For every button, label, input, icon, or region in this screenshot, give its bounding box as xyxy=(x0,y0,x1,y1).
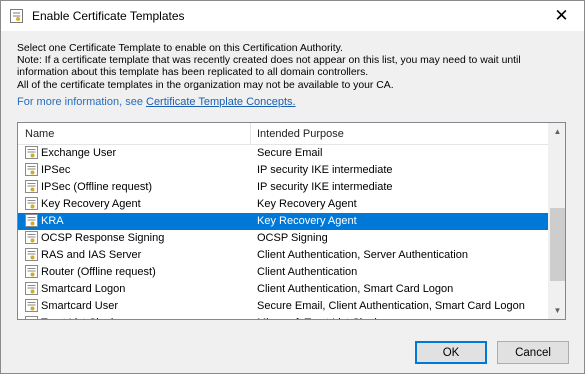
template-name: KRA xyxy=(41,215,64,227)
description-text: Select one Certificate Template to enabl… xyxy=(17,43,572,92)
ok-button[interactable]: OK xyxy=(415,341,487,364)
scroll-up-icon[interactable]: ▲ xyxy=(549,123,565,140)
certificate-template-icon xyxy=(25,265,38,278)
cancel-button[interactable]: Cancel xyxy=(497,341,569,364)
template-intended-purpose: Secure Email, Client Authentication, Sma… xyxy=(257,300,525,312)
template-name: Smartcard User xyxy=(41,300,119,312)
certificate-template-icon xyxy=(25,248,38,261)
certificate-template-icon xyxy=(25,282,38,295)
window-title: Enable Certificate Templates xyxy=(32,9,185,23)
enable-certificate-templates-dialog: Enable Certificate Templates ✕ Select on… xyxy=(0,0,585,374)
table-row[interactable]: Smartcard User Secure Email, Client Authe… xyxy=(18,298,548,315)
template-intended-purpose: Client Authentication, Smart Card Logon xyxy=(257,283,454,295)
certificate-template-icon xyxy=(25,146,38,159)
template-intended-purpose: Key Recovery Agent xyxy=(257,215,357,227)
certificate-template-list[interactable]: Name Intended Purpose Exchange User Secur… xyxy=(17,122,566,320)
description-line: All of the certificate templates in the … xyxy=(17,79,394,91)
list-header: Name Intended Purpose xyxy=(18,123,548,145)
certificate-template-icon xyxy=(25,180,38,193)
description-line: information about this template has been… xyxy=(17,67,369,79)
certificate-template-icon xyxy=(25,197,38,210)
template-name: Smartcard Logon xyxy=(41,283,126,295)
table-row[interactable]: Key Recovery Agent Key Recovery Agent xyxy=(18,196,548,213)
template-name: Trust List Signing xyxy=(41,315,126,319)
table-row[interactable]: OCSP Response Signing OCSP Signing xyxy=(18,230,548,247)
template-name: Key Recovery Agent xyxy=(41,198,141,210)
column-divider[interactable] xyxy=(250,123,251,145)
certificate-template-icon xyxy=(25,163,38,176)
table-row[interactable]: Trust List Signing Microsoft Trust List S… xyxy=(18,315,548,319)
table-row[interactable]: Smartcard Logon Client Authentication, Sm… xyxy=(18,281,548,298)
certificate-template-icon xyxy=(25,316,38,319)
template-name: IPSec xyxy=(41,164,71,176)
table-row[interactable]: Exchange User Secure Email xyxy=(18,145,548,162)
description-line: Note: If a certificate template that was… xyxy=(17,55,521,67)
template-intended-purpose: IP security IKE intermediate xyxy=(257,164,393,176)
template-name: Router (Offline request) xyxy=(41,266,156,278)
table-row[interactable]: RAS and IAS Server Client Authentication,… xyxy=(18,247,548,264)
column-header-name[interactable]: Name xyxy=(25,123,54,145)
certificate-template-icon xyxy=(25,231,38,244)
table-row[interactable]: IPSec (Offline request) IP security IKE i… xyxy=(18,179,548,196)
more-info-prefix: For more information, see xyxy=(17,96,146,108)
template-name: IPSec (Offline request) xyxy=(41,181,153,193)
template-intended-purpose: Secure Email xyxy=(257,147,323,159)
list-rows: Exchange User Secure Email IPSec IP securit… xyxy=(18,145,548,319)
template-name: OCSP Response Signing xyxy=(41,232,165,244)
certificate-app-icon xyxy=(10,9,23,23)
table-row[interactable]: IPSec IP security IKE intermediate xyxy=(18,162,548,179)
template-intended-purpose: Key Recovery Agent xyxy=(257,198,357,210)
more-info-text: For more information, see Certificate Te… xyxy=(17,96,296,108)
certificate-template-concepts-link[interactable]: Certificate Template Concepts. xyxy=(146,96,296,108)
certificate-template-icon xyxy=(25,299,38,312)
title-bar: Enable Certificate Templates ✕ xyxy=(1,1,584,31)
vertical-scrollbar[interactable]: ▲ ▼ xyxy=(548,123,565,319)
template-name: RAS and IAS Server xyxy=(41,249,142,261)
template-intended-purpose: Client Authentication xyxy=(257,266,358,278)
template-intended-purpose: Microsoft Trust List Signing xyxy=(257,315,389,319)
certificate-template-icon xyxy=(25,214,38,227)
close-button[interactable]: ✕ xyxy=(539,1,584,31)
scrollbar-thumb[interactable] xyxy=(550,208,565,281)
template-intended-purpose: Client Authentication, Server Authentica… xyxy=(257,249,468,261)
template-intended-purpose: IP security IKE intermediate xyxy=(257,181,393,193)
table-row[interactable]: KRA Key Recovery Agent xyxy=(18,213,548,230)
template-intended-purpose: OCSP Signing xyxy=(257,232,328,244)
column-header-intended-purpose[interactable]: Intended Purpose xyxy=(257,123,344,145)
template-name: Exchange User xyxy=(41,147,117,159)
close-icon: ✕ xyxy=(554,6,569,25)
scroll-down-icon[interactable]: ▼ xyxy=(549,302,565,319)
description-line: Select one Certificate Template to enabl… xyxy=(17,43,343,54)
table-row[interactable]: Router (Offline request) Client Authentic… xyxy=(18,264,548,281)
